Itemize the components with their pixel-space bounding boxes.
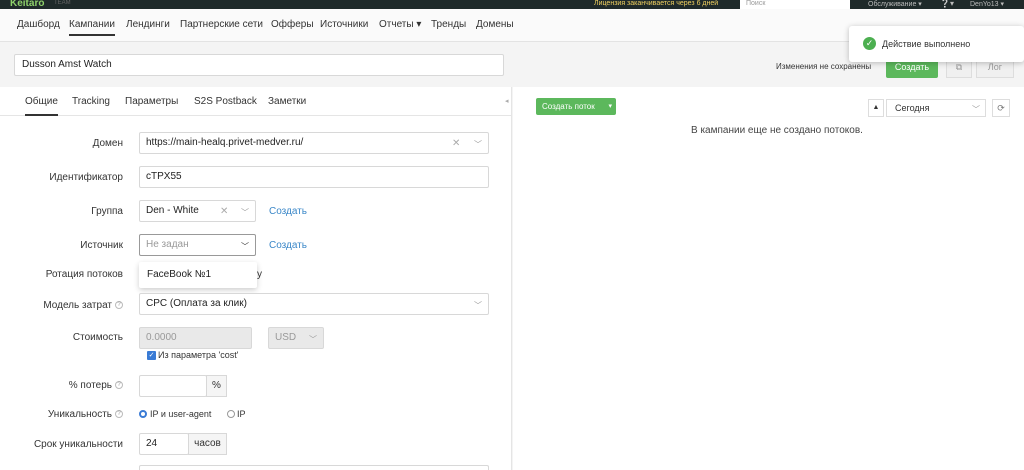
uniqueness-term-label: Срок уникальности	[33, 439, 123, 450]
flows-panel: Создать поток ▾ В кампании еще не создано…	[513, 87, 1024, 470]
clear-domain-icon[interactable]: ✕	[452, 138, 460, 149]
identifier-label: Идентификатор	[49, 172, 123, 183]
toast-message: Действие выполнено	[882, 39, 971, 49]
domain-label: Домен	[92, 138, 123, 149]
hours-addon: часов	[188, 433, 227, 455]
tab-s2s-postback[interactable]: S2S Postback	[194, 96, 257, 107]
app-logo[interactable]: Keitaro	[10, 0, 44, 9]
campaign-settings-panel: Общие Tracking Параметры S2S Postback За…	[0, 87, 512, 470]
source-select[interactable]: Не задан	[139, 234, 256, 256]
nav-campaigns[interactable]: Кампании	[69, 19, 115, 36]
cost-model-select[interactable]: CPC (Оплата за клик)	[139, 293, 489, 315]
create-flow-label: Создать поток	[542, 102, 595, 111]
next-field[interactable]	[139, 465, 489, 470]
nav-dashboard[interactable]: Дашборд	[17, 19, 60, 30]
tab-parameters[interactable]: Параметры	[125, 96, 178, 107]
nav-domains[interactable]: Домены	[476, 19, 514, 30]
tab-general[interactable]: Общие	[25, 96, 58, 116]
loss-label: % потерь?	[3, 380, 123, 391]
app-logo-sub: TEAM	[54, 0, 71, 6]
clear-group-icon[interactable]: ✕	[220, 206, 228, 217]
tab-notes[interactable]: Заметки	[268, 96, 306, 107]
create-group-link[interactable]: Создать	[269, 206, 307, 217]
loss-input[interactable]	[139, 375, 207, 397]
source-option[interactable]: FaceBook №1	[147, 269, 211, 280]
cost-label: Стоимость	[72, 332, 123, 343]
create-source-link[interactable]: Создать	[269, 240, 307, 251]
percent-addon: %	[206, 375, 227, 397]
unsaved-notice: Изменения не сохранены	[776, 62, 872, 71]
check-icon: ✓	[863, 37, 876, 50]
refresh-icon[interactable]: ⟳	[992, 99, 1010, 117]
source-dropdown: FaceBook №1	[139, 262, 257, 288]
arrow-up-icon[interactable]: ▲	[868, 99, 884, 117]
service-menu[interactable]: Обслуживание ▾	[868, 0, 922, 8]
create-flow-button[interactable]: Создать поток ▾	[536, 98, 616, 115]
chevron-down-icon[interactable]: ﹀	[241, 241, 249, 252]
group-select[interactable]: Den - White	[139, 200, 256, 222]
top-bar: Keitaro TEAM Лицензия заканчивается чере…	[0, 0, 1024, 9]
cost-model-label: Модель затрат?	[3, 300, 123, 311]
date-range-select[interactable]: Сегодня	[886, 99, 986, 117]
collapse-icon[interactable]: ◂	[505, 97, 509, 105]
chevron-down-icon[interactable]: ﹀	[474, 300, 482, 311]
nav-affiliate-networks[interactable]: Партнерские сети	[180, 19, 263, 30]
uniqueness-label: Уникальность?	[3, 409, 123, 420]
rotation-label: Ротация потоков	[45, 269, 123, 280]
uniqueness-ip-ua-label: IP и user-agent	[150, 409, 212, 419]
nav-offers[interactable]: Офферы	[271, 19, 314, 30]
global-search-input[interactable]: Поиск	[740, 0, 850, 9]
uniqueness-ip-label: IP	[237, 409, 246, 419]
user-menu[interactable]: DenYo13 ▾	[970, 0, 1004, 8]
tab-tracking[interactable]: Tracking	[72, 96, 110, 107]
help-icon[interactable]: ?	[115, 410, 123, 419]
caret-down-icon[interactable]: ▾	[608, 98, 612, 115]
cost-input[interactable]: 0.0000	[139, 327, 252, 349]
group-label: Группа	[91, 206, 123, 217]
domain-select[interactable]: https://main-healq.privet-medver.ru/	[139, 132, 489, 154]
nav-landings[interactable]: Лендинги	[126, 19, 170, 30]
help-icon[interactable]: ?	[115, 301, 123, 310]
chevron-down-icon[interactable]: ﹀	[474, 139, 482, 150]
uniqueness-ip-ua-radio[interactable]	[139, 410, 147, 418]
help-menu-icon[interactable]: ❔▾	[940, 0, 954, 8]
uniqueness-term-input[interactable]: 24	[139, 433, 189, 455]
chevron-down-icon[interactable]: ﹀	[241, 207, 249, 218]
settings-tabs: Общие Tracking Параметры S2S Postback За…	[0, 87, 512, 116]
license-notice[interactable]: Лицензия заканчивается через 6 дней	[594, 0, 718, 7]
cost-param-label: Из параметра 'cost'	[158, 350, 239, 360]
chevron-down-icon[interactable]: ﹀	[972, 104, 980, 115]
cost-param-checkbox[interactable]: ✓	[147, 351, 156, 360]
source-label: Источник	[80, 240, 123, 251]
campaign-name-input[interactable]: Dusson Amst Watch	[14, 54, 504, 76]
nav-trends[interactable]: Тренды	[431, 19, 466, 30]
nav-reports[interactable]: Отчеты ▾	[379, 19, 421, 30]
uniqueness-ip-radio[interactable]	[227, 410, 235, 418]
rotation-value-tail: у	[257, 269, 262, 280]
success-toast: ✓ Действие выполнено	[849, 26, 1024, 62]
help-icon[interactable]: ?	[115, 381, 123, 390]
identifier-input[interactable]: cTPX55	[139, 166, 489, 188]
nav-sources[interactable]: Источники	[320, 19, 368, 30]
chevron-down-icon[interactable]: ﹀	[309, 334, 317, 345]
empty-flows-message: В кампании еще не создано потоков.	[691, 125, 863, 136]
